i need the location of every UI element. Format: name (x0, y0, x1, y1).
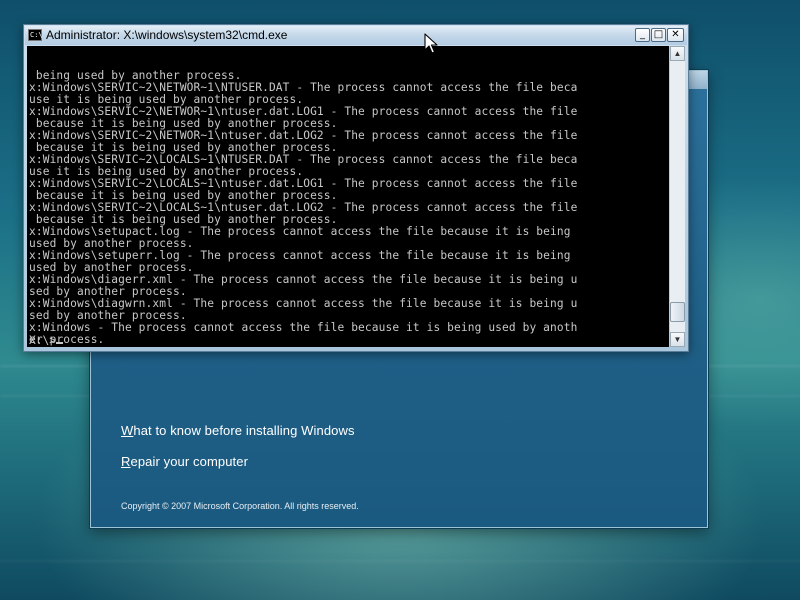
scrollbar-thumb[interactable] (670, 302, 685, 322)
background-streak (0, 560, 800, 562)
scroll-up-arrow-icon[interactable]: ▲ (670, 46, 685, 61)
console-output-area[interactable]: being used by another process. x:Windows… (27, 46, 669, 347)
cmd-titlebar[interactable]: C:\ Administrator: X:\windows\system32\c… (25, 26, 687, 45)
scroll-down-arrow-icon[interactable]: ▼ (670, 332, 685, 347)
cmd-icon[interactable]: C:\ (28, 29, 43, 41)
copyright-text: Copyright © 2007 Microsoft Corporation. … (121, 501, 359, 511)
prompt-line[interactable]: X:\> (29, 335, 63, 347)
cmd-window[interactable]: C:\ Administrator: X:\windows\system32\c… (23, 24, 689, 352)
window-title: Administrator: X:\windows\system32\cmd.e… (46, 28, 288, 42)
prompt: X:\> (29, 334, 56, 347)
maximize-button[interactable]: □ (651, 28, 666, 42)
console-text: being used by another process. x:Windows… (29, 69, 578, 346)
mouse-pointer-icon (424, 33, 438, 54)
minimize-button[interactable]: _ (635, 28, 650, 42)
text-cursor (55, 342, 63, 344)
repair-computer-link[interactable]: Repair your computer (121, 454, 248, 469)
vertical-scrollbar[interactable]: ▲ ▼ (669, 46, 685, 347)
close-button[interactable]: ✕ (667, 28, 684, 42)
what-to-know-link[interactable]: What to know before installing Windows (121, 423, 355, 438)
